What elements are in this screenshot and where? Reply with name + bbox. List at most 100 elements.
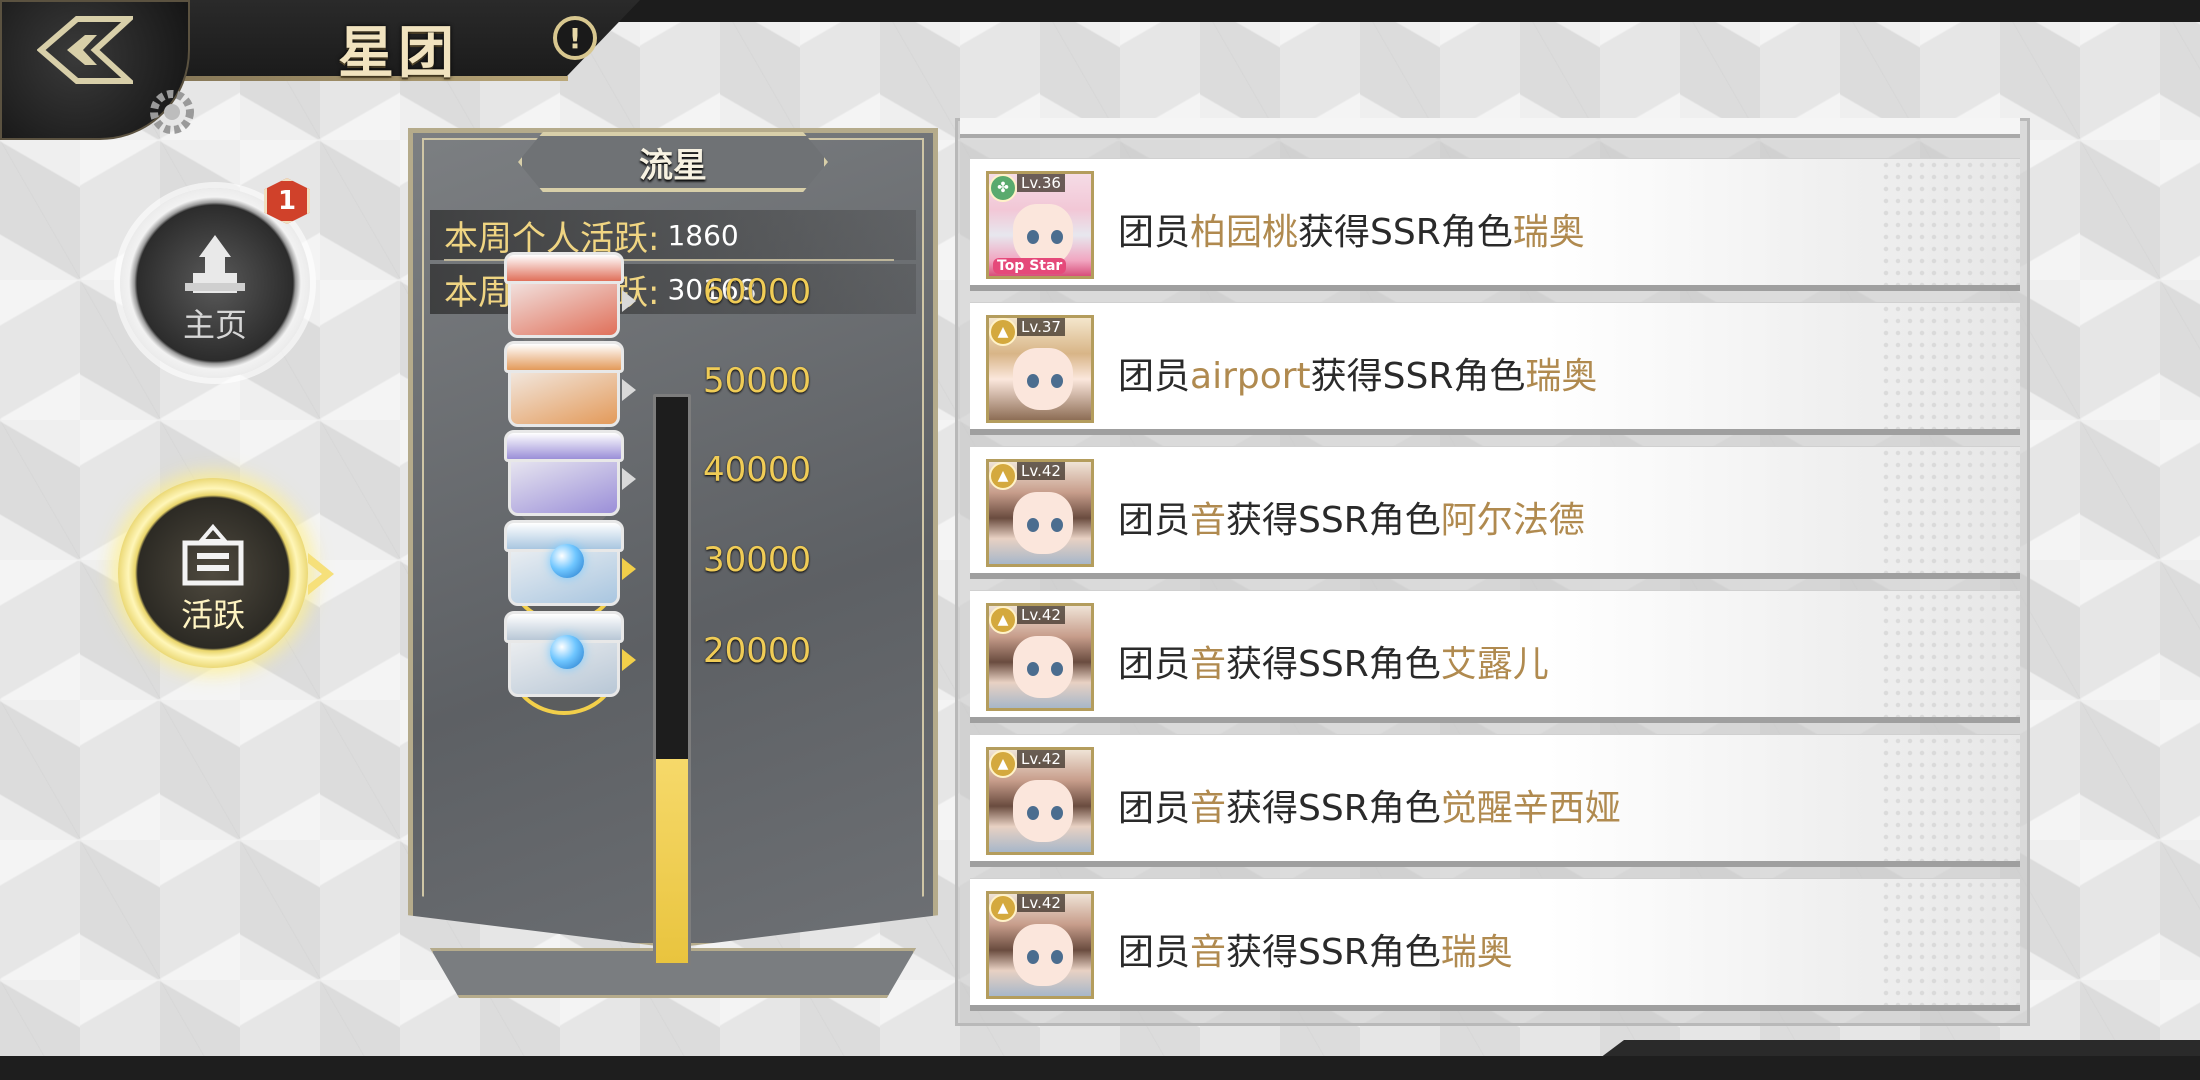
signboard-icon: [182, 523, 244, 586]
side-menu-activity[interactable]: 活跃: [118, 478, 344, 668]
member-avatar[interactable]: ▲ Lv.42: [986, 603, 1094, 711]
member-avatar[interactable]: ▲ Lv.42: [986, 747, 1094, 855]
avatar-eye: [1027, 374, 1039, 388]
feed-message: 团员音获得SSR角色觉醒辛西娅: [1118, 779, 1621, 831]
feed-action: 获得SSR角色: [1226, 932, 1441, 973]
tier-threshold-label: 30000: [703, 540, 812, 580]
feed-prefix: 团员: [1118, 788, 1191, 829]
activity-progress-fill: [656, 759, 688, 963]
row-dot-pattern: [1880, 591, 2020, 717]
character-name: 阿尔法德: [1440, 500, 1585, 541]
feed-row[interactable]: ▲ Lv.37 团员airport获得SSR角色瑞奥: [970, 302, 2020, 435]
clover-icon: ✤: [989, 174, 1017, 202]
character-name: 艾露儿: [1440, 644, 1549, 685]
member-level: Lv.37: [1017, 318, 1065, 336]
back-arrow-icon: [37, 16, 133, 84]
feed-message: 团员音获得SSR角色瑞奥: [1118, 923, 1513, 975]
feed-action: 获得SSR角色: [1226, 788, 1441, 829]
chevron-right-icon: [308, 553, 334, 595]
personal-activity-value: 1860: [667, 218, 739, 252]
home-castle-icon: [185, 235, 245, 293]
chest-lid: [504, 252, 624, 284]
row-dot-pattern: [1880, 159, 2020, 285]
tier-threshold-label: 60000: [703, 272, 812, 312]
feed-action: 获得SSR角色: [1226, 644, 1441, 685]
member-avatar[interactable]: ▲ Lv.37: [986, 315, 1094, 423]
member-name: 柏园桃: [1190, 212, 1299, 253]
avatar-eye: [1051, 230, 1063, 244]
feed-message: 团员airport获得SSR角色瑞奥: [1118, 347, 1597, 399]
bottom-bar: [0, 1056, 2200, 1080]
glow-orb-icon: [550, 635, 584, 669]
chevron-right-icon: [622, 558, 636, 580]
avatar-eye: [1027, 230, 1039, 244]
member-avatar[interactable]: ✤ Lv.36 Top Star: [986, 171, 1094, 279]
personal-activity-row: 本周个人活跃: 1860: [430, 210, 916, 260]
feed-action: 获得SSR角色: [1298, 212, 1513, 253]
gear-icon: [150, 90, 194, 134]
group-activity-row: 本周星团活跃: 30168: [430, 264, 916, 314]
rocket-icon: ▲: [989, 318, 1017, 346]
rocket-icon: ▲: [989, 462, 1017, 490]
feed-prefix: 团员: [1118, 356, 1191, 397]
avatar-face: [1013, 204, 1073, 266]
member-level: Lv.42: [1017, 606, 1065, 624]
avatar-eye: [1051, 518, 1063, 532]
avatar-face: [1013, 348, 1073, 410]
character-name: 瑞奥: [1512, 212, 1585, 253]
reward-chest[interactable]: [504, 605, 636, 715]
chevron-right-icon: [622, 290, 636, 312]
exclamation-icon: !: [568, 21, 582, 55]
panel-header: 流星: [518, 132, 828, 192]
chevron-right-icon: [622, 468, 636, 490]
feed-row[interactable]: ▲ Lv.42 团员音获得SSR角色阿尔法德: [970, 446, 2020, 579]
avatar-face: [1013, 780, 1073, 842]
avatar-face: [1013, 924, 1073, 986]
top-star-tag: Top Star: [993, 258, 1067, 274]
chevron-right-icon: [622, 649, 636, 671]
chest-lid: [504, 341, 624, 373]
member-level: Lv.42: [1017, 894, 1065, 912]
feed-partial-row: [960, 118, 2020, 138]
feed-prefix: 团员: [1118, 932, 1191, 973]
activity-progress-track: [653, 394, 691, 966]
side-menu-home-label: 主页: [182, 306, 247, 344]
feed-row[interactable]: ▲ Lv.42 团员音获得SSR角色瑞奥: [970, 878, 2020, 1011]
character-name: 觉醒辛西娅: [1440, 788, 1621, 829]
feed-message: 团员音获得SSR角色阿尔法德: [1118, 491, 1585, 543]
info-button[interactable]: !: [553, 16, 597, 60]
feed-prefix: 团员: [1118, 500, 1191, 541]
feed-message: 团员音获得SSR角色艾露儿: [1118, 635, 1549, 687]
page-title: 星团: [338, 20, 458, 86]
member-name: 音: [1190, 788, 1227, 829]
feed-prefix: 团员: [1118, 644, 1191, 685]
feed-row[interactable]: ▲ Lv.42 团员音获得SSR角色艾露儿: [970, 590, 2020, 723]
avatar-eye: [1051, 950, 1063, 964]
tier-threshold-label: 20000: [703, 631, 812, 671]
glow-orb-icon: [550, 544, 584, 578]
avatar-eye: [1051, 374, 1063, 388]
rocket-icon: ▲: [989, 606, 1017, 634]
member-name: 音: [1190, 500, 1227, 541]
side-menu-activity-label: 活跃: [180, 596, 245, 634]
member-avatar[interactable]: ▲ Lv.42: [986, 891, 1094, 999]
member-level: Lv.36: [1017, 174, 1065, 192]
member-name: airport: [1190, 356, 1311, 397]
avatar-eye: [1027, 950, 1039, 964]
avatar-eye: [1051, 662, 1063, 676]
rocket-icon: ▲: [989, 894, 1017, 922]
member-avatar[interactable]: ▲ Lv.42: [986, 459, 1094, 567]
feed-action: 获得SSR角色: [1310, 356, 1526, 397]
avatar-eye: [1051, 806, 1063, 820]
feed-message: 团员柏园桃获得SSR角色瑞奥: [1118, 203, 1585, 255]
meteor-reward-panel: 流星 本周个人活跃: 1860 本周星团活跃: 30168 60000 50000…: [408, 128, 938, 998]
row-dot-pattern: [1880, 735, 2020, 861]
feed-row[interactable]: ▲ Lv.42 团员音获得SSR角色觉醒辛西娅: [970, 734, 2020, 867]
feed-prefix: 团员: [1118, 212, 1191, 253]
feed-row[interactable]: ✤ Lv.36 Top Star 团员柏园桃获得SSR角色瑞奥: [970, 158, 2020, 291]
row-dot-pattern: [1880, 303, 2020, 429]
avatar-face: [1013, 492, 1073, 554]
member-level: Lv.42: [1017, 462, 1065, 480]
chevron-right-icon: [622, 379, 636, 401]
avatar-eye: [1027, 662, 1039, 676]
